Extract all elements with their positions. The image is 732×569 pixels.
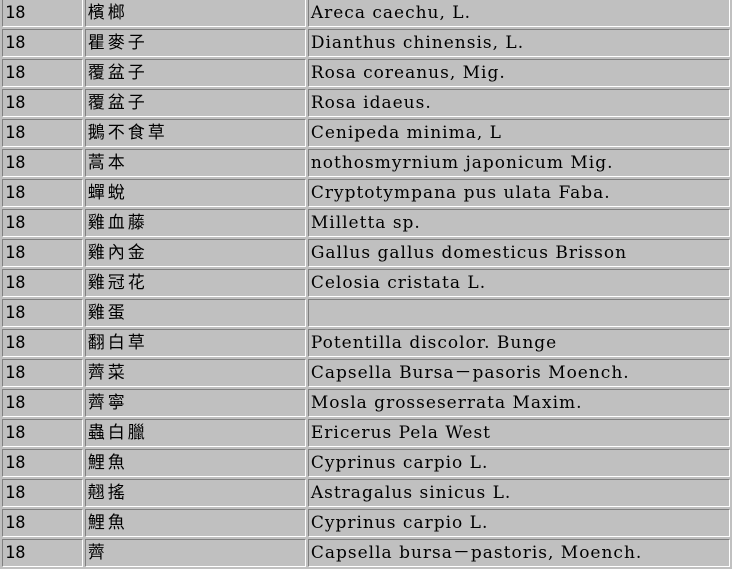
scientific-name-cell: Gallus gallus domesticus Brisson bbox=[307, 239, 730, 267]
row-number-cell: 18 bbox=[2, 0, 83, 27]
chinese-name-cell: 薺菜 bbox=[84, 359, 306, 387]
table-row: 18 薺菜 Capsella Bursa－pasoris Moench. bbox=[2, 359, 730, 387]
table-row: 18 鯉魚 Cyprinus carpio L. bbox=[2, 509, 730, 537]
chinese-name-cell: 鯉魚 bbox=[84, 509, 306, 537]
herb-table: 18 檳榔 Areca caechu, L. 18 瞿麥子 Dianthus chine… bbox=[0, 0, 732, 569]
row-number-cell: 18 bbox=[2, 359, 83, 387]
row-number-cell: 18 bbox=[2, 239, 83, 267]
chinese-name-cell: 鯉魚 bbox=[84, 449, 306, 477]
chinese-name-cell: 雞內金 bbox=[84, 239, 306, 267]
table-row: 18 蟬蛻 Cryptotympana pus ulata Faba. bbox=[2, 179, 730, 207]
scientific-name-cell: Rosa coreanus, Mig. bbox=[307, 59, 730, 87]
scientific-name-cell: Rosa idaeus. bbox=[307, 89, 730, 117]
chinese-name-cell: 瞿麥子 bbox=[84, 29, 306, 57]
table-row: 18 雞冠花 Celosia cristata L. bbox=[2, 269, 730, 297]
scientific-name-cell: Capsella Bursa－pasoris Moench. bbox=[307, 359, 730, 387]
chinese-name-cell: 蒿本 bbox=[84, 149, 306, 177]
chinese-name-cell: 覆盆子 bbox=[84, 89, 306, 117]
row-number-cell: 18 bbox=[2, 209, 83, 237]
scientific-name-cell: Areca caechu, L. bbox=[307, 0, 730, 27]
row-number-cell: 18 bbox=[2, 389, 83, 417]
table-row: 18 覆盆子 Rosa idaeus. bbox=[2, 89, 730, 117]
row-number-cell: 18 bbox=[2, 89, 83, 117]
table-row: 18 蟲白臘 Ericerus Pela West bbox=[2, 419, 730, 447]
row-number-cell: 18 bbox=[2, 449, 83, 477]
scientific-name-cell: Cyprinus carpio L. bbox=[307, 449, 730, 477]
chinese-name-cell: 蟲白臘 bbox=[84, 419, 306, 447]
chinese-name-cell: 雞冠花 bbox=[84, 269, 306, 297]
row-number-cell: 18 bbox=[2, 179, 83, 207]
chinese-name-cell: 鵝不食草 bbox=[84, 119, 306, 147]
table-row: 18 蒿本 nothosmyrnium japonicum Mig. bbox=[2, 149, 730, 177]
chinese-name-cell: 蟬蛻 bbox=[84, 179, 306, 207]
scientific-name-cell: Cenipeda minima, L bbox=[307, 119, 730, 147]
chinese-name-cell: 翻白草 bbox=[84, 329, 306, 357]
row-number-cell: 18 bbox=[2, 419, 83, 447]
chinese-name-cell: 覆盆子 bbox=[84, 59, 306, 87]
table-row: 18 雞蛋 bbox=[2, 299, 730, 327]
table-row: 18 翻白草 Potentilla discolor. Bunge bbox=[2, 329, 730, 357]
scientific-name-cell bbox=[307, 299, 730, 327]
chinese-name-cell: 翹搖 bbox=[84, 479, 306, 507]
herb-table-body: 18 檳榔 Areca caechu, L. 18 瞿麥子 Dianthus chine… bbox=[2, 0, 730, 567]
scientific-name-cell: Potentilla discolor. Bunge bbox=[307, 329, 730, 357]
row-number-cell: 18 bbox=[2, 59, 83, 87]
row-number-cell: 18 bbox=[2, 509, 83, 537]
chinese-name-cell: 檳榔 bbox=[84, 0, 306, 27]
row-number-cell: 18 bbox=[2, 329, 83, 357]
row-number-cell: 18 bbox=[2, 149, 83, 177]
row-number-cell: 18 bbox=[2, 269, 83, 297]
scientific-name-cell: Dianthus chinensis, L. bbox=[307, 29, 730, 57]
scientific-name-cell: Milletta sp. bbox=[307, 209, 730, 237]
chinese-name-cell: 薺寧 bbox=[84, 389, 306, 417]
scientific-name-cell: Mosla grosseserrata Maxim. bbox=[307, 389, 730, 417]
scientific-name-cell: Cyprinus carpio L. bbox=[307, 509, 730, 537]
scientific-name-cell: nothosmyrnium japonicum Mig. bbox=[307, 149, 730, 177]
table-row: 18 鯉魚 Cyprinus carpio L. bbox=[2, 449, 730, 477]
table-row: 18 瞿麥子 Dianthus chinensis, L. bbox=[2, 29, 730, 57]
table-row: 18 翹搖 Astragalus sinicus L. bbox=[2, 479, 730, 507]
scientific-name-cell: Cryptotympana pus ulata Faba. bbox=[307, 179, 730, 207]
table-row: 18 薺寧 Mosla grosseserrata Maxim. bbox=[2, 389, 730, 417]
scientific-name-cell: Ericerus Pela West bbox=[307, 419, 730, 447]
table-row: 18 鵝不食草 Cenipeda minima, L bbox=[2, 119, 730, 147]
table-row: 18 雞內金 Gallus gallus domesticus Brisson bbox=[2, 239, 730, 267]
row-number-cell: 18 bbox=[2, 29, 83, 57]
scientific-name-cell: Celosia cristata L. bbox=[307, 269, 730, 297]
table-row: 18 薺 Capsella bursa－pastoris, Moench. bbox=[2, 539, 730, 567]
row-number-cell: 18 bbox=[2, 539, 83, 567]
row-number-cell: 18 bbox=[2, 479, 83, 507]
row-number-cell: 18 bbox=[2, 119, 83, 147]
scientific-name-cell: Astragalus sinicus L. bbox=[307, 479, 730, 507]
chinese-name-cell: 雞血藤 bbox=[84, 209, 306, 237]
chinese-name-cell: 雞蛋 bbox=[84, 299, 306, 327]
scientific-name-cell: Capsella bursa－pastoris, Moench. bbox=[307, 539, 730, 567]
table-row: 18 覆盆子 Rosa coreanus, Mig. bbox=[2, 59, 730, 87]
table-row: 18 檳榔 Areca caechu, L. bbox=[2, 0, 730, 27]
row-number-cell: 18 bbox=[2, 299, 83, 327]
chinese-name-cell: 薺 bbox=[84, 539, 306, 567]
table-row: 18 雞血藤 Milletta sp. bbox=[2, 209, 730, 237]
